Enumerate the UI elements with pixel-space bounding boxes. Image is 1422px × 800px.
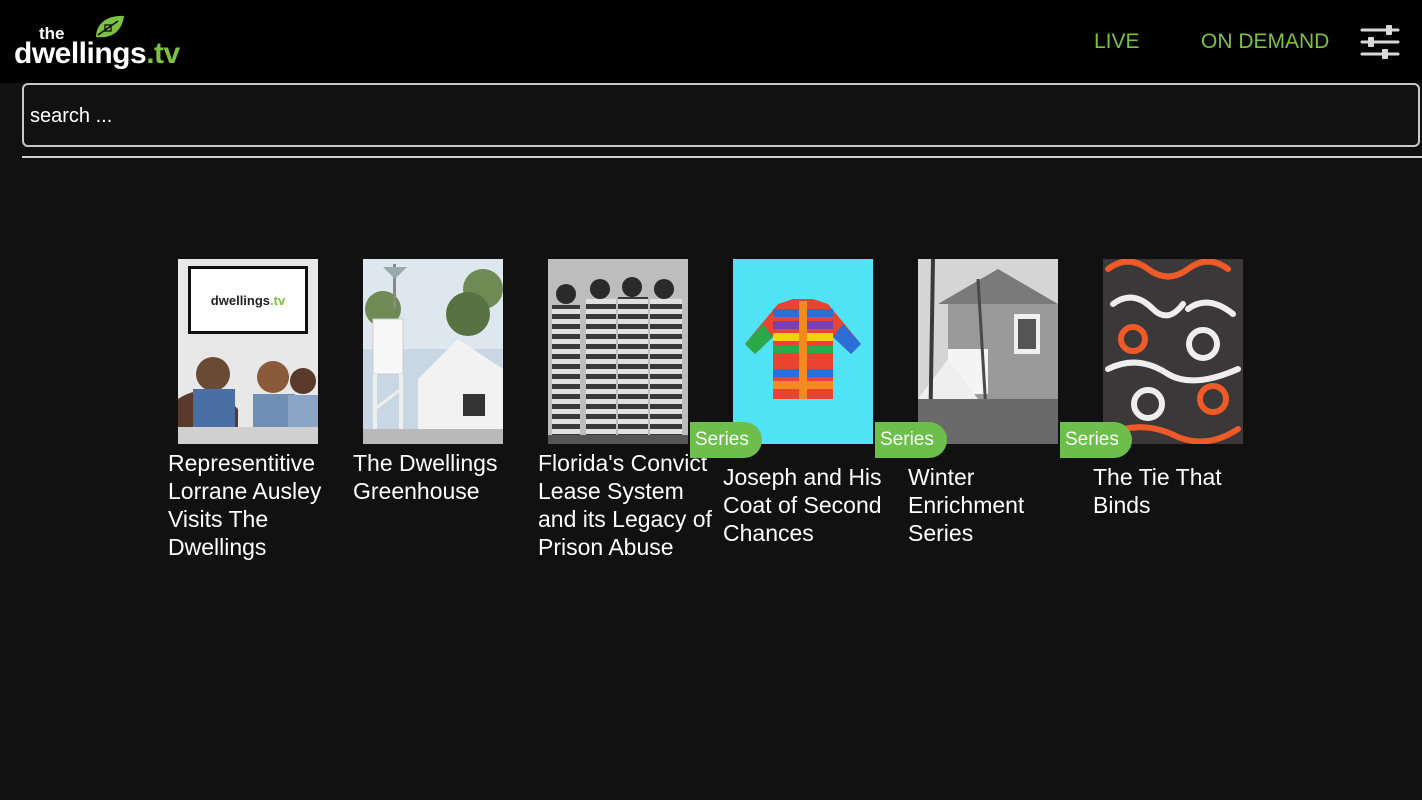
card-thumbnail[interactable] [363, 259, 503, 444]
card-thumbnail[interactable] [733, 259, 873, 444]
card-title[interactable]: Florida's Convict Lease System and its L… [538, 449, 718, 561]
series-badge: Series [875, 422, 947, 458]
card-title[interactable]: Joseph and His Coat of Second Chances [723, 463, 903, 547]
card-thumbnail[interactable] [548, 259, 688, 444]
search-box [22, 83, 1420, 147]
search-input[interactable] [28, 85, 1412, 147]
nav-on-demand[interactable]: ON DEMAND [1201, 30, 1329, 54]
series-badge: Series [1060, 422, 1132, 458]
card-thumbnail[interactable]: dwellings.tv [178, 259, 318, 444]
svg-text:dwellings.tv: dwellings.tv [211, 293, 286, 308]
logo[interactable]: the dwellings.tv [14, 13, 194, 71]
logo-word: dwellings [14, 37, 147, 70]
top-bar: the dwellings.tv LIVE ON DEMAND [0, 0, 1422, 83]
card-title[interactable]: The Tie That Binds [1093, 463, 1273, 519]
card-title[interactable]: The Dwellings Greenhouse [353, 449, 533, 505]
nav-live[interactable]: LIVE [1094, 30, 1140, 54]
logo-wordmark: dwellings.tv [14, 39, 180, 69]
card-thumbnail[interactable] [918, 259, 1058, 444]
series-badge: Series [690, 422, 762, 458]
card-title[interactable]: Winter Enrichment Series [908, 463, 1088, 547]
filter-button[interactable] [1356, 22, 1404, 62]
logo-tld: .tv [146, 37, 180, 70]
card-thumbnail[interactable] [1103, 259, 1243, 444]
card-title[interactable]: Representitive Lorrane Ausley Visits The… [168, 449, 348, 561]
divider [22, 156, 1422, 158]
sliders-icon [1360, 25, 1400, 59]
